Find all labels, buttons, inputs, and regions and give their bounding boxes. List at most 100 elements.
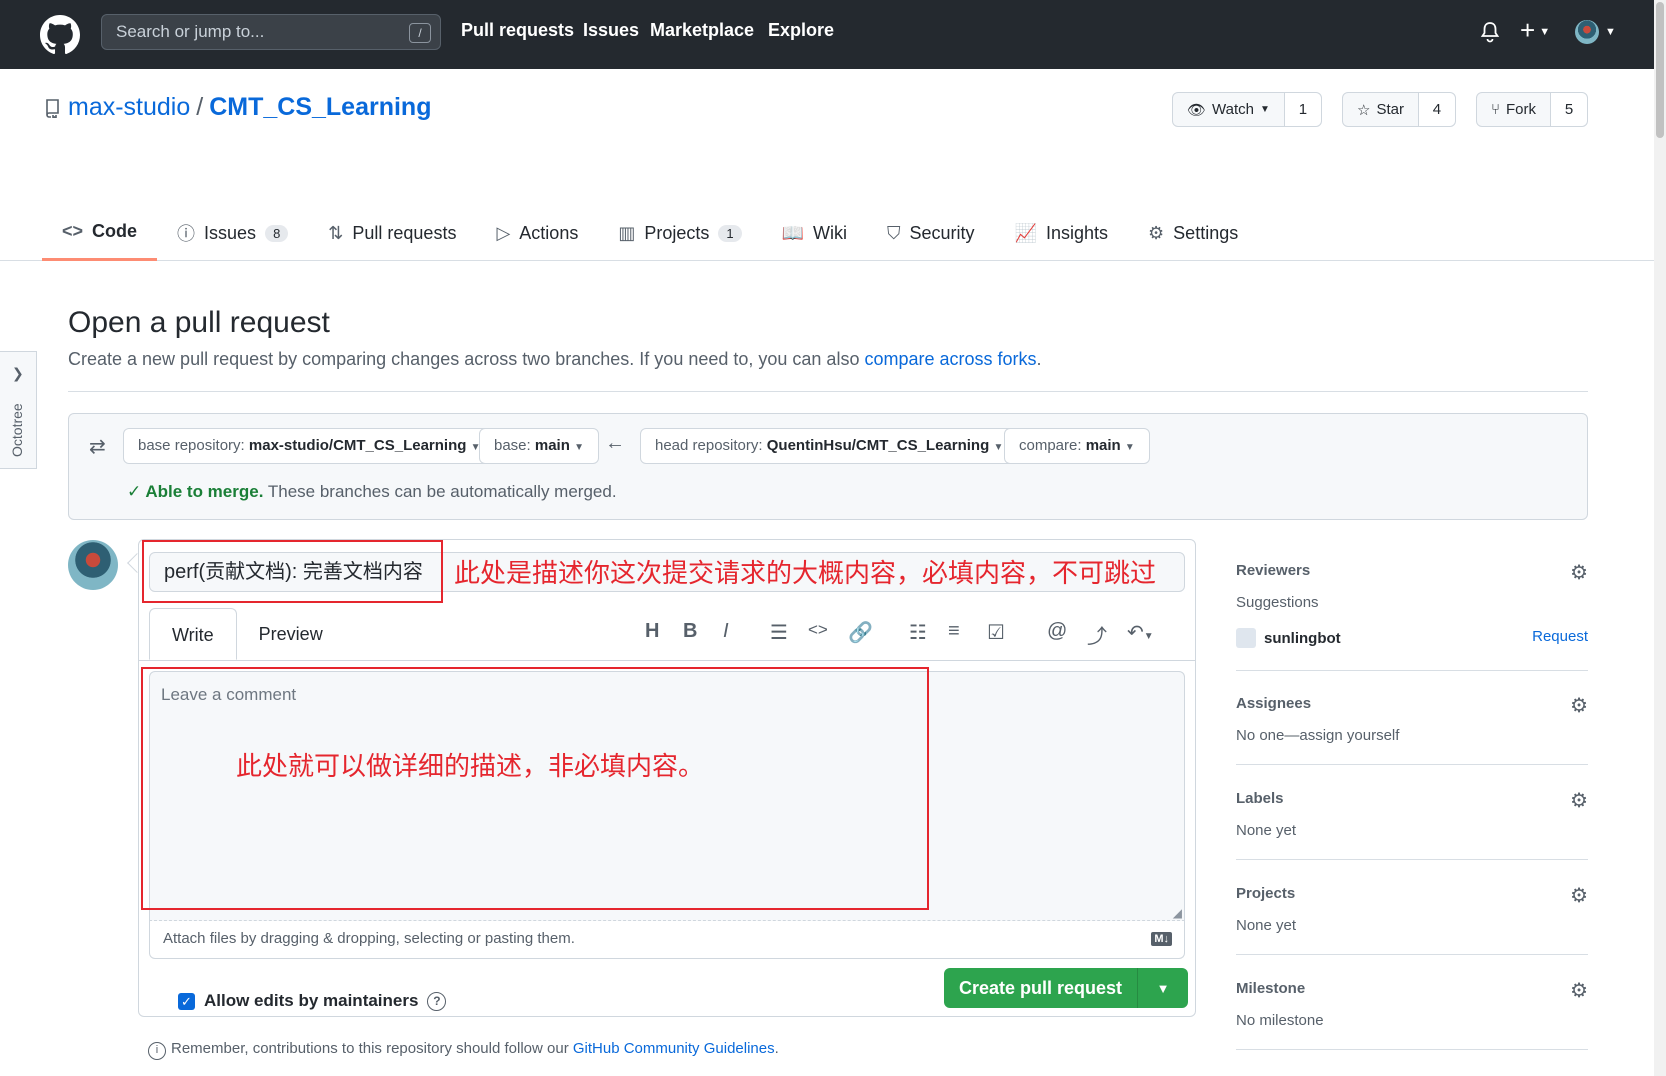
bullet-list-icon[interactable]: ☷ (909, 620, 927, 645)
tab-write[interactable]: Write (149, 608, 237, 660)
branch-range-editor: ⇄ base repository: max-studio/CMT_CS_Lea… (68, 413, 1588, 520)
task-list-icon[interactable]: ☑ (987, 620, 1005, 645)
arrow-left-icon: ← (605, 432, 625, 454)
search-input[interactable]: Search or jump to... / (101, 14, 441, 50)
tab-issues[interactable]: ⓘ Issues 8 (157, 205, 308, 261)
reviewers-heading[interactable]: Reviewers (1236, 562, 1310, 579)
select-value: main (1085, 437, 1121, 454)
nav-issues[interactable]: Issues (583, 20, 639, 41)
repo-owner-link[interactable]: max-studio (68, 93, 190, 122)
tab-label: Security (909, 222, 975, 243)
user-menu[interactable]: ▼ (1575, 20, 1616, 44)
mention-icon[interactable]: @ (1047, 620, 1067, 643)
gear-icon[interactable]: ⚙ (1570, 560, 1588, 585)
base-branch-select[interactable]: base: main ▼ (479, 428, 599, 464)
request-review-link[interactable]: Request (1532, 628, 1588, 645)
projects-heading[interactable]: Projects (1236, 885, 1295, 902)
tab-settings[interactable]: ⚙ Settings (1128, 205, 1258, 261)
allow-edits-label: Allow edits by maintainers (204, 991, 419, 1010)
comment-annotation-box (141, 667, 929, 910)
quote-icon[interactable]: ☰ (770, 620, 788, 645)
assignees-heading[interactable]: Assignees (1236, 695, 1311, 712)
watch-button-group: 👁 Watch ▼ 1 (1172, 92, 1322, 127)
pr-icon: ⇅ (328, 222, 344, 243)
select-value: QuentinHsu/CMT_CS_Learning (766, 437, 990, 454)
nav-explore[interactable]: Explore (768, 20, 834, 41)
projects-count-badge: 1 (718, 224, 742, 242)
code-icon[interactable]: <> (808, 620, 828, 640)
graph-icon: 📈 (1014, 222, 1037, 243)
select-prefix: base: (494, 437, 535, 454)
star-count[interactable]: 4 (1418, 93, 1455, 126)
tab-pull-requests[interactable]: ⇅ Pull requests (308, 205, 476, 261)
gear-icon[interactable]: ⚙ (1570, 693, 1588, 718)
assignees-value[interactable]: No one—assign yourself (1236, 727, 1399, 744)
bold-icon[interactable]: B (683, 620, 697, 643)
issue-icon: ⓘ (177, 224, 196, 244)
projects-value: None yet (1236, 917, 1297, 934)
tab-preview[interactable]: Preview (237, 608, 345, 660)
page-scrollbar[interactable] (1654, 0, 1666, 1076)
gear-icon[interactable]: ⚙ (1570, 978, 1588, 1003)
repo-separator: / (196, 93, 204, 121)
italic-icon[interactable]: I (723, 620, 729, 643)
github-logo-icon[interactable] (40, 14, 80, 55)
tab-security[interactable]: ⛉ Security (867, 205, 995, 261)
watch-count[interactable]: 1 (1284, 93, 1321, 126)
fork-button-group: ⑂ Fork 5 (1476, 92, 1589, 127)
merge-text: These branches can be automatically merg… (263, 482, 617, 501)
subtitle-end: . (1036, 349, 1042, 369)
nav-pull-requests[interactable]: Pull requests (461, 20, 574, 41)
milestone-heading[interactable]: Milestone (1236, 980, 1305, 997)
attach-files-area[interactable]: Attach files by dragging & dropping, sel… (149, 921, 1185, 959)
repo-name-link[interactable]: CMT_CS_Learning (209, 93, 431, 122)
resize-handle-icon[interactable]: ◢ (1173, 906, 1182, 920)
tab-projects[interactable]: ▥ Projects 1 (598, 205, 761, 261)
tab-code[interactable]: <> Code (42, 205, 158, 261)
compare-across-forks-link[interactable]: compare across forks (864, 349, 1036, 369)
star-icon: ☆ (1357, 101, 1371, 119)
star-button[interactable]: ☆ Star (1343, 93, 1419, 126)
labels-heading[interactable]: Labels (1236, 790, 1284, 807)
tab-label: Wiki (813, 222, 848, 243)
select-prefix: compare: (1019, 437, 1086, 454)
gear-icon[interactable]: ⚙ (1570, 788, 1588, 813)
bell-icon[interactable] (1480, 21, 1500, 43)
guidelines-link[interactable]: GitHub Community Guidelines (573, 1040, 775, 1057)
editor-tabs: Write Preview (149, 608, 345, 660)
tab-insights[interactable]: 📈 Insights (995, 205, 1128, 261)
octotree-label: Octotree (9, 403, 25, 457)
create-new-plus-icon[interactable]: + ▼ (1520, 17, 1550, 45)
heading-icon[interactable]: H (645, 620, 659, 643)
tab-actions[interactable]: ▷ Actions (476, 205, 598, 261)
octotree-toggle[interactable]: ❯ Octotree (0, 351, 37, 469)
tab-label: Issues (204, 222, 257, 243)
author-avatar (68, 540, 118, 590)
repo-header: max-studio / CMT_CS_Learning 👁 Watch ▼ 1… (0, 69, 1666, 261)
scrollbar-thumb[interactable] (1656, 2, 1664, 138)
tab-wiki[interactable]: 📖 Wiki (762, 205, 867, 261)
watch-button[interactable]: 👁 Watch ▼ (1173, 93, 1285, 126)
numbered-list-icon[interactable]: ≡ (948, 620, 960, 643)
compare-branch-select[interactable]: compare: main ▼ (1004, 428, 1150, 464)
fork-count[interactable]: 5 (1551, 93, 1588, 126)
nav-marketplace[interactable]: Marketplace (650, 20, 754, 41)
create-pull-request-button[interactable]: Create pull request ▼ (944, 968, 1188, 1008)
reference-icon[interactable]: ⤴ (1087, 620, 1107, 649)
allow-edits-checkbox[interactable]: ✓ (178, 992, 195, 1010)
reply-icon[interactable]: ↶▼ (1127, 620, 1154, 645)
gear-icon[interactable]: ⚙ (1570, 883, 1588, 908)
link-icon[interactable]: 🔗 (848, 620, 873, 645)
base-repository-select[interactable]: base repository: max-studio/CMT_CS_Learn… (123, 428, 496, 464)
info-icon: i (148, 1042, 166, 1060)
remember-end: . (774, 1040, 779, 1057)
help-icon[interactable]: ? (427, 991, 447, 1011)
suggested-reviewer: sunlingbot (1236, 628, 1341, 648)
sidebar-labels: Labels ⚙ None yet (1236, 790, 1588, 860)
head-repository-select[interactable]: head repository: QuentinHsu/CMT_CS_Learn… (640, 428, 1019, 464)
tab-divider (139, 660, 1195, 661)
chevron-down-icon[interactable]: ▼ (1138, 968, 1188, 1008)
fork-button[interactable]: ⑂ Fork (1477, 93, 1552, 126)
tab-label: Insights (1045, 222, 1109, 243)
select-prefix: base repository: (138, 437, 249, 454)
